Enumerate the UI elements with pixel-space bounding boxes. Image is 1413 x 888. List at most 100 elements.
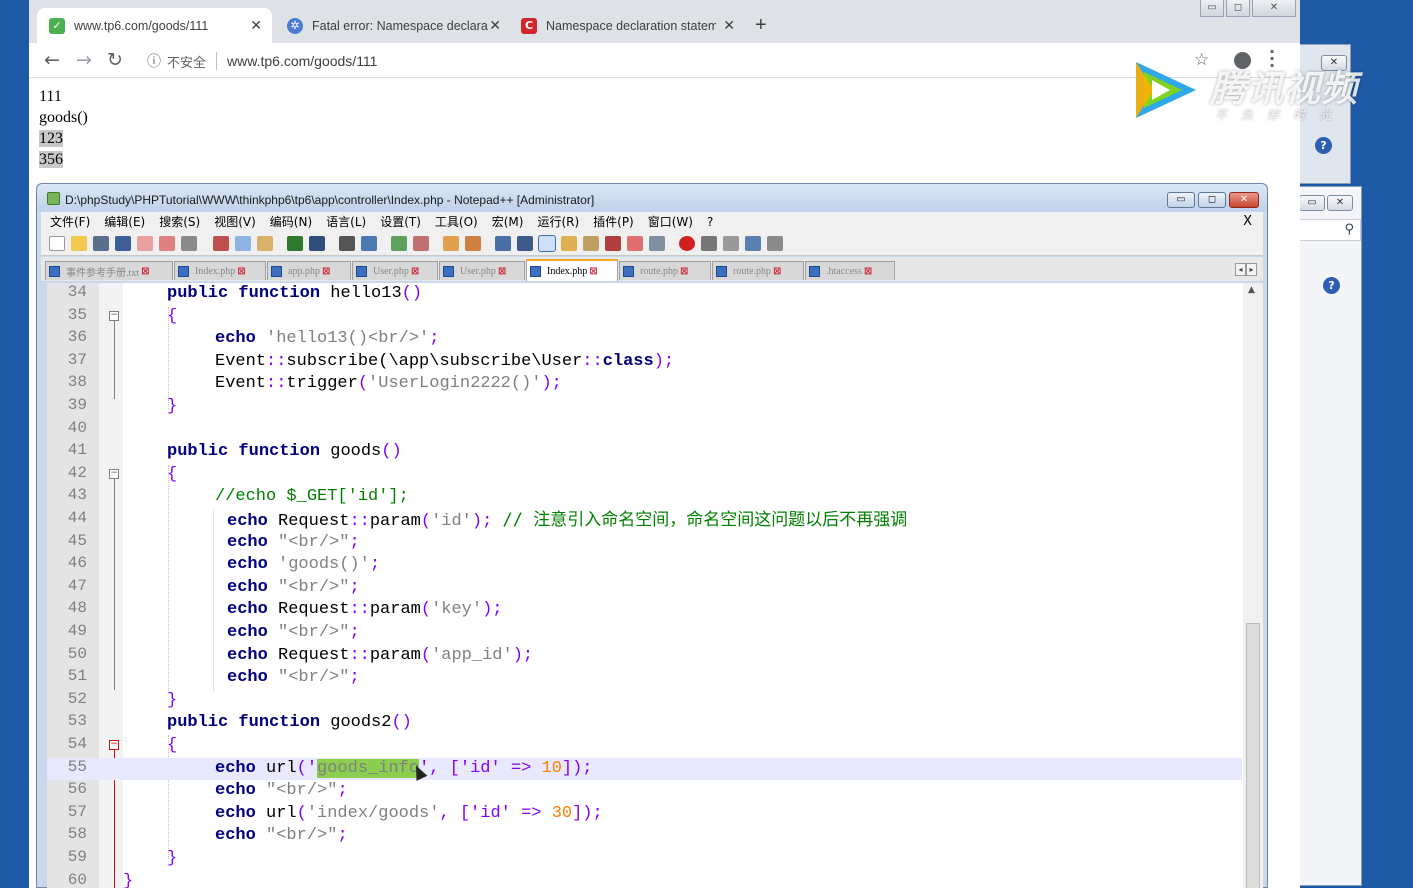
back-icon[interactable]: ← bbox=[44, 49, 60, 71]
close-tab-icon[interactable]: ⊠ bbox=[498, 266, 506, 277]
menu-plugins[interactable]: 插件(P) bbox=[593, 213, 634, 230]
menu-run[interactable]: 运行(R) bbox=[537, 213, 579, 230]
play-macro-icon[interactable] bbox=[723, 236, 739, 251]
code-token: ); bbox=[653, 351, 675, 371]
close-tab-icon[interactable]: ⊠ bbox=[864, 266, 872, 277]
menu-view[interactable]: 视图(V) bbox=[214, 213, 256, 230]
zoom-in-icon[interactable] bbox=[391, 236, 407, 251]
close-doc-icon[interactable]: X bbox=[1243, 214, 1252, 229]
close-tab-icon[interactable]: ⊠ bbox=[773, 266, 781, 277]
tab-namespace[interactable]: C Namespace declaration statem ✕ bbox=[509, 8, 741, 43]
folder-workspace-icon[interactable] bbox=[627, 236, 643, 251]
sync-h-icon[interactable] bbox=[465, 236, 481, 251]
help-icon[interactable]: ? bbox=[1323, 277, 1340, 294]
stop-macro-icon[interactable] bbox=[701, 236, 717, 251]
paste-icon[interactable] bbox=[257, 236, 273, 251]
selected-text[interactable]: goods_info bbox=[317, 758, 420, 778]
doc-map-icon[interactable] bbox=[583, 236, 599, 251]
redo-icon[interactable] bbox=[309, 236, 325, 251]
fold-toggle-icon[interactable]: − bbox=[109, 468, 119, 479]
menu-search[interactable]: 搜索(S) bbox=[159, 213, 200, 230]
code-token: function bbox=[238, 284, 321, 303]
menu-file[interactable]: 文件(F) bbox=[50, 213, 90, 230]
address-bar[interactable]: ⓘ 不安全 www.tp6.com/goods/111 bbox=[137, 47, 1267, 75]
close-tab-icon[interactable]: ⊠ bbox=[589, 266, 597, 277]
save-all-icon[interactable] bbox=[115, 236, 131, 251]
close-tab-icon[interactable]: ✕ bbox=[489, 17, 501, 34]
close-file-icon[interactable] bbox=[137, 236, 153, 251]
show-all-chars-icon[interactable] bbox=[517, 236, 533, 251]
tab-goods[interactable]: ✓ www.tp6.com/goods/111 ✕ bbox=[37, 8, 272, 43]
maximize-icon[interactable]: ◻ bbox=[1198, 192, 1226, 208]
function-list-icon[interactable] bbox=[605, 236, 621, 251]
scroll-up-icon[interactable]: ▲ bbox=[1248, 285, 1255, 295]
vertical-scrollbar[interactable]: ▲ bbox=[1243, 283, 1263, 888]
url-text[interactable]: www.tp6.com/goods/111 bbox=[227, 53, 377, 69]
cut-icon[interactable] bbox=[213, 236, 229, 251]
forward-icon[interactable]: → bbox=[76, 49, 92, 71]
close-icon[interactable]: ✕ bbox=[1229, 192, 1259, 208]
info-icon[interactable]: ⓘ bbox=[147, 51, 161, 71]
minimize-icon[interactable]: ▭ bbox=[1200, 0, 1224, 17]
close-tab-icon[interactable]: ⊠ bbox=[237, 266, 245, 277]
close-tab-icon[interactable]: ✕ bbox=[250, 17, 262, 34]
record-macro-icon[interactable] bbox=[679, 236, 695, 251]
find-icon[interactable] bbox=[339, 236, 355, 251]
menu-macro[interactable]: 宏(M) bbox=[492, 213, 524, 230]
minimize-icon[interactable]: ▭ bbox=[1167, 192, 1195, 208]
menu-settings[interactable]: 设置(T) bbox=[380, 213, 421, 230]
menu-edit[interactable]: 编辑(E) bbox=[104, 213, 145, 230]
doc-tab[interactable]: 事件参考手册.txt ⊠ bbox=[45, 261, 173, 280]
menu-help[interactable]: ? bbox=[707, 215, 713, 229]
scroll-right-icon[interactable]: ▸ bbox=[1246, 263, 1257, 276]
sync-v-icon[interactable] bbox=[443, 236, 459, 251]
tab-fatal-error[interactable]: ✲ Fatal error: Namespace declara ✕ bbox=[275, 8, 507, 43]
udl-icon[interactable] bbox=[561, 236, 577, 251]
close-icon[interactable]: ✕ bbox=[1252, 0, 1296, 17]
close-tab-icon[interactable]: ⊠ bbox=[322, 266, 330, 277]
doc-tab-active[interactable]: Index.php ⊠ bbox=[526, 259, 618, 281]
doc-tab[interactable]: .htaccess ⊠ bbox=[805, 261, 895, 280]
menu-tools[interactable]: 工具(O) bbox=[435, 213, 478, 230]
help-icon[interactable]: ? bbox=[1315, 137, 1332, 154]
doc-tab[interactable]: app.php ⊠ bbox=[267, 261, 351, 280]
menu-encoding[interactable]: 编码(N) bbox=[270, 213, 312, 230]
run-macro-multiple-icon[interactable] bbox=[745, 236, 761, 251]
close-tab-icon[interactable]: ✕ bbox=[723, 17, 735, 34]
word-wrap-icon[interactable] bbox=[495, 236, 511, 251]
scroll-left-icon[interactable]: ◂ bbox=[1235, 263, 1246, 276]
monitoring-icon[interactable] bbox=[649, 236, 665, 251]
undo-icon[interactable] bbox=[287, 236, 303, 251]
scrollbar-thumb[interactable] bbox=[1246, 623, 1260, 888]
doc-tab[interactable]: User.php ⊠ bbox=[352, 261, 438, 280]
open-file-icon[interactable] bbox=[71, 236, 87, 251]
code-editor[interactable]: 34 public function hello13() 35−{ 36 echo … bbox=[47, 283, 1263, 888]
fold-toggle-icon[interactable]: − bbox=[109, 310, 119, 321]
close-tab-icon[interactable]: ⊠ bbox=[680, 266, 688, 277]
replace-icon[interactable] bbox=[361, 236, 377, 251]
search-box[interactable]: ⚲ bbox=[1297, 219, 1361, 241]
print-icon[interactable] bbox=[181, 236, 197, 251]
indent-guide-icon[interactable] bbox=[538, 235, 556, 252]
menu-language[interactable]: 语言(L) bbox=[326, 213, 366, 230]
doc-tab[interactable]: User.php ⊠ bbox=[439, 261, 525, 280]
new-tab-icon[interactable]: + bbox=[755, 14, 767, 37]
menu-window[interactable]: 窗口(W) bbox=[648, 213, 693, 230]
save-icon[interactable] bbox=[93, 236, 109, 251]
close-tab-icon[interactable]: ⊠ bbox=[411, 266, 419, 277]
doc-tab[interactable]: route.php ⊠ bbox=[712, 261, 804, 280]
save-macro-icon[interactable] bbox=[767, 236, 783, 251]
close-icon[interactable]: ✕ bbox=[1327, 195, 1353, 211]
doc-tab[interactable]: Index.php ⊠ bbox=[174, 261, 266, 280]
copy-icon[interactable] bbox=[235, 236, 251, 251]
new-file-icon[interactable] bbox=[49, 236, 65, 251]
doc-tab[interactable]: route.php ⊠ bbox=[619, 261, 711, 280]
security-label: 不安全 bbox=[167, 54, 207, 70]
close-tab-icon[interactable]: ⊠ bbox=[141, 266, 149, 277]
close-all-icon[interactable] bbox=[159, 236, 175, 251]
reload-icon[interactable]: ↻ bbox=[107, 49, 123, 71]
restore-icon[interactable]: ▭ bbox=[1299, 195, 1325, 211]
zoom-out-icon[interactable] bbox=[413, 236, 429, 251]
fold-toggle-icon[interactable]: − bbox=[109, 740, 119, 750]
maximize-icon[interactable]: ◻ bbox=[1226, 0, 1250, 17]
